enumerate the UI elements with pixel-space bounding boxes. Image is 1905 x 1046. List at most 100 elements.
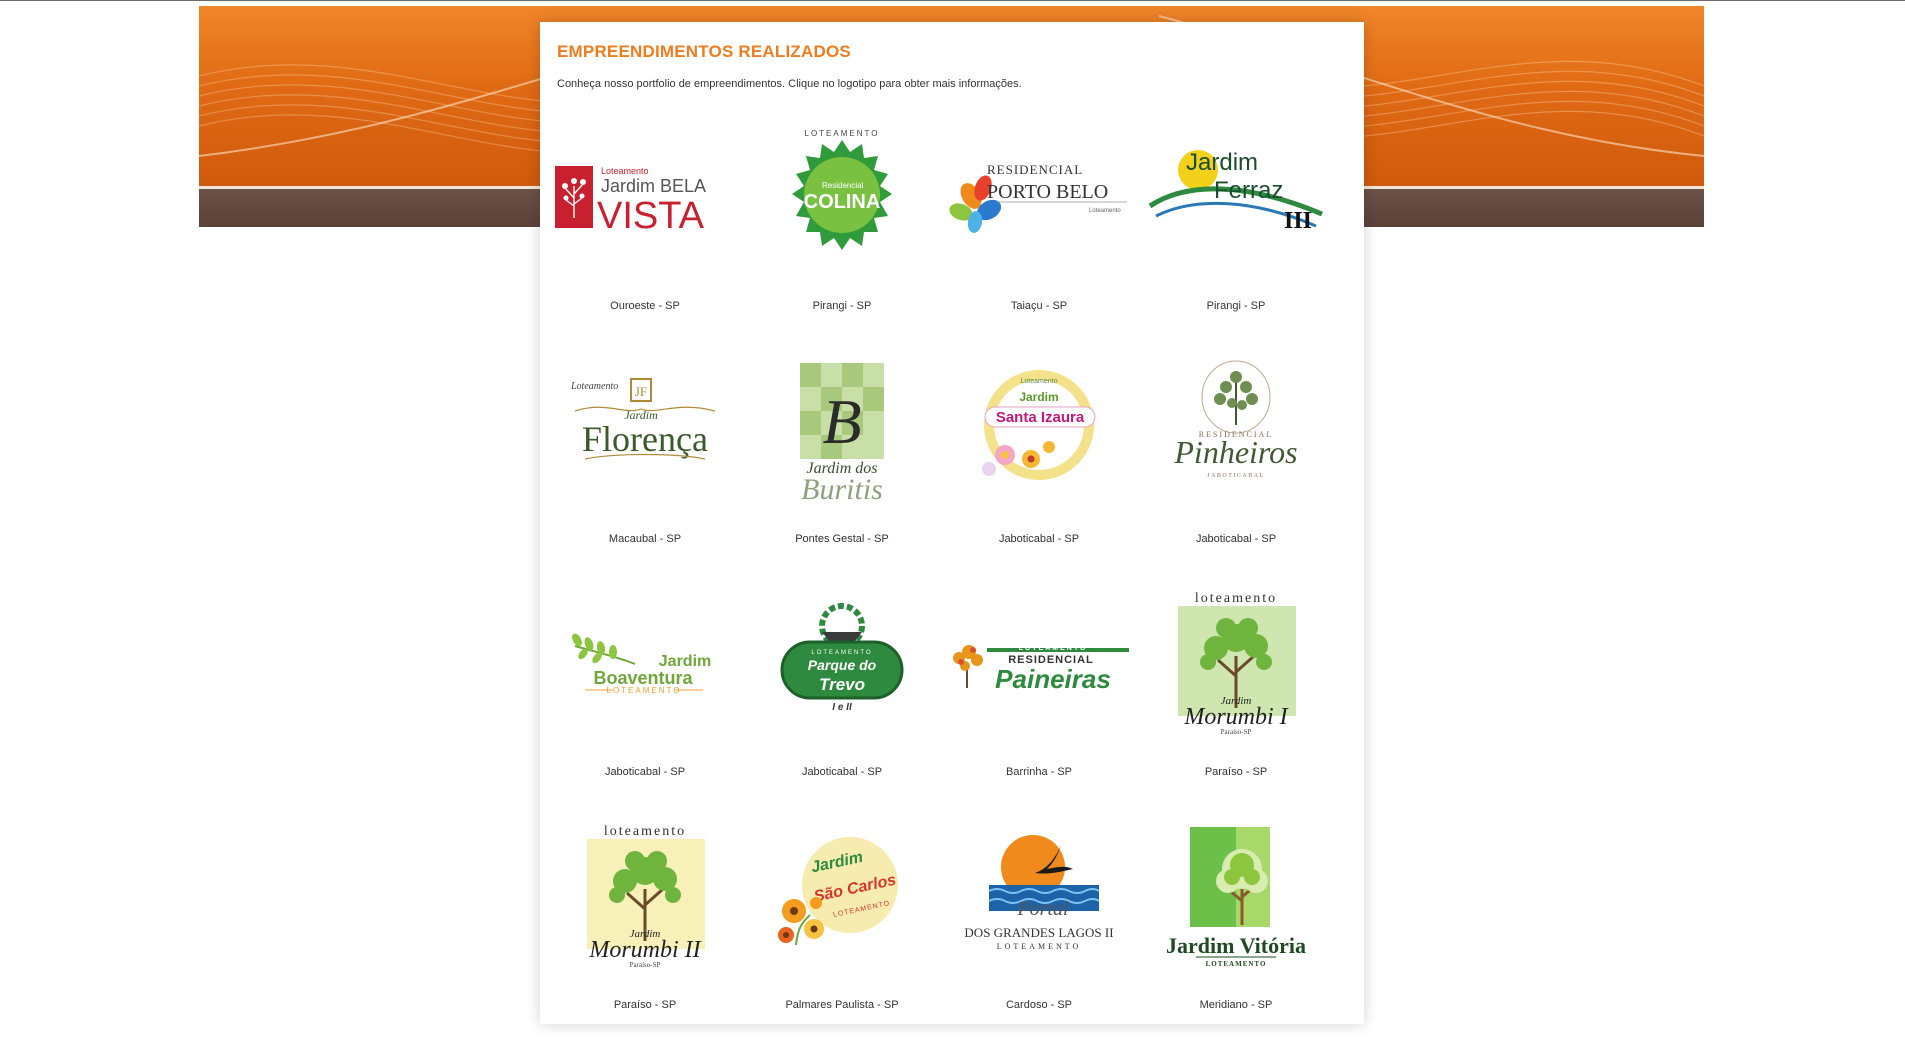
page-title: EMPREENDIMENTOS REALIZADOS [557, 42, 851, 61]
project-location: Pontes Gestal - SP [795, 533, 889, 545]
project-card-morumbi-i[interactable]: loteamento Jardim Morumbi I Paraíso-SP P… [1141, 580, 1331, 813]
project-card-paineiras[interactable]: LOTEAMENTO RESIDENCIAL Paineiras Barrinh… [944, 580, 1134, 813]
project-location: Taiaçu - SP [1010, 300, 1068, 312]
project-card-boaventura[interactable]: Jardim Boaventura LOTEAMENTO Jaboticabal… [550, 580, 740, 813]
svg-text:Paraíso-SP: Paraíso-SP [630, 961, 661, 969]
boaventura-logo-image: Jardim Boaventura LOTEAMENTO [572, 633, 711, 695]
ferraz-iii-logo-image: Jardim Ferraz III [1148, 149, 1323, 234]
svg-text:Jardim: Jardim [1186, 149, 1258, 176]
jardim-vitoria-logo-image: Jardim Vitória LOTEAMENTO [1166, 827, 1306, 968]
svg-text:Loteamento: Loteamento [570, 381, 618, 392]
logo-pinheiros[interactable]: RESIDENCIAL Pinheiros JABOTICABAL [1146, 359, 1326, 519]
svg-text:LOTEAMENTO: LOTEAMENTO [607, 686, 682, 695]
svg-text:B: B [822, 386, 861, 457]
project-location: Cardoso - SP [1005, 999, 1073, 1011]
project-card-bela-vista[interactable]: Loteamento Jardim BELA VISTA Ouroeste - … [550, 114, 740, 347]
svg-text:Jardim Vitória: Jardim Vitória [1166, 933, 1306, 958]
svg-text:RESIDENCIAL: RESIDENCIAL [987, 162, 1083, 177]
project-location: Jaboticabal - SP [998, 533, 1080, 545]
content-panel: EMPREENDIMENTOS REALIZADOS Conheça nosso… [540, 22, 1364, 1024]
project-card-pinheiros[interactable]: RESIDENCIAL Pinheiros JABOTICABAL Jaboti… [1141, 347, 1331, 580]
logo-buritis[interactable]: B Jardim dos Buritis [752, 359, 932, 519]
logo-parque-do-trevo[interactable]: LOTEAMENTO Parque do Trevo I e II [752, 592, 932, 752]
project-card-colina[interactable]: LOTEAMENTO Residencial COLINA Pirangi - … [747, 114, 937, 347]
svg-text:loteamento: loteamento [604, 825, 686, 839]
project-location: Pirangi - SP [812, 300, 872, 312]
project-card-jardim-vitoria[interactable]: Jardim Vitória LOTEAMENTO Meridiano - SP [1141, 813, 1331, 1046]
svg-text:Loteamento: Loteamento [601, 166, 649, 176]
project-card-morumbi-ii[interactable]: loteamento Jardim Morumbi II Paraíso-SP … [550, 813, 740, 1046]
project-card-santa-izaura[interactable]: Loteamento Jardim Santa Izaura Jaboticab… [944, 347, 1134, 580]
logo-colina[interactable]: LOTEAMENTO Residencial COLINA [752, 126, 932, 286]
svg-text:JABOTICABAL: JABOTICABAL [1207, 473, 1265, 479]
svg-text:LOTEAMENTO: LOTEAMENTO [811, 650, 872, 656]
logo-ferraz-iii[interactable]: Jardim Ferraz III [1146, 126, 1326, 286]
project-card-ferraz-iii[interactable]: Jardim Ferraz III Pirangi - SP [1141, 114, 1331, 347]
logo-portal-grandes-lagos[interactable]: Portal DOS GRANDES LAGOS II LOTEAMENTO [949, 825, 1129, 985]
svg-text:III: III [1284, 208, 1312, 234]
svg-text:Pinheiros: Pinheiros [1173, 434, 1297, 470]
svg-text:PORTO BELO: PORTO BELO [987, 181, 1108, 203]
logo-morumbi-ii[interactable]: loteamento Jardim Morumbi II Paraíso-SP [555, 825, 735, 985]
svg-text:Morumbi I: Morumbi I [1183, 704, 1288, 730]
svg-text:Paineiras: Paineiras [995, 664, 1111, 694]
santa-izaura-logo-image: Loteamento Jardim Santa Izaura [982, 370, 1096, 480]
logo-santa-izaura[interactable]: Loteamento Jardim Santa Izaura [949, 359, 1129, 519]
logo-jardim-vitoria[interactable]: Jardim Vitória LOTEAMENTO [1146, 825, 1326, 985]
colina-logo-image: LOTEAMENTO Residencial COLINA [792, 129, 892, 250]
project-card-florenca[interactable]: Loteamento JF Jardim Florença Macaubal -… [550, 347, 740, 580]
project-location: Ouroeste - SP [610, 300, 680, 312]
project-location: Pirangi - SP [1206, 300, 1266, 312]
svg-text:LOTEAMENTO: LOTEAMENTO [1019, 645, 1088, 652]
svg-text:loteamento: loteamento [1195, 592, 1277, 606]
svg-text:Buritis: Buritis [801, 473, 883, 506]
sao-carlos-logo-image: Jardim São Carlos LOTEAMENTO [778, 837, 898, 946]
porto-belo-logo-image: RESIDENCIAL PORTO BELO Loteamento [949, 162, 1127, 233]
parque-do-trevo-logo-image: LOTEAMENTO Parque do Trevo I e II [780, 603, 904, 713]
project-location: Meridiano - SP [1199, 999, 1273, 1011]
project-location: Barrinha - SP [1005, 766, 1073, 778]
svg-text:LOTEAMENTO: LOTEAMENTO [805, 129, 880, 138]
top-border [0, 0, 1905, 1]
svg-text:DOS GRANDES LAGOS II: DOS GRANDES LAGOS II [964, 925, 1113, 940]
project-card-buritis[interactable]: B Jardim dos Buritis Pontes Gestal - SP [747, 347, 937, 580]
project-location: Palmares Paulista - SP [785, 999, 899, 1011]
svg-text:VISTA: VISTA [597, 195, 705, 237]
svg-text:Ferraz: Ferraz [1214, 177, 1283, 204]
logo-paineiras[interactable]: LOTEAMENTO RESIDENCIAL Paineiras [949, 592, 1129, 752]
portal-grandes-lagos-logo-image: Portal DOS GRANDES LAGOS II LOTEAMENTO [964, 835, 1114, 951]
svg-text:Portal: Portal [1016, 898, 1069, 920]
logo-sao-carlos[interactable]: Jardim São Carlos LOTEAMENTO [752, 825, 932, 985]
project-location: Jaboticabal - SP [1195, 533, 1277, 545]
projects-grid: Loteamento Jardim BELA VISTA Ouroeste - … [550, 114, 1350, 1014]
project-card-porto-belo[interactable]: RESIDENCIAL PORTO BELO Loteamento Taiaçu… [944, 114, 1134, 347]
intro-text: Conheça nosso portfolio de empreendiment… [557, 78, 1022, 90]
svg-text:Loteamento: Loteamento [1089, 208, 1121, 214]
project-location: Macaubal - SP [608, 533, 682, 545]
pinheiros-logo-image: RESIDENCIAL Pinheiros JABOTICABAL [1173, 360, 1298, 479]
bela-vista-logo-image: Loteamento Jardim BELA VISTA [555, 166, 706, 237]
svg-text:Parque do: Parque do [808, 657, 877, 673]
logo-boaventura[interactable]: Jardim Boaventura LOTEAMENTO [555, 592, 735, 752]
svg-text:LOTEAMENTO: LOTEAMENTO [1206, 960, 1267, 968]
project-card-parque-do-trevo[interactable]: LOTEAMENTO Parque do Trevo I e II Jaboti… [747, 580, 937, 813]
logo-porto-belo[interactable]: RESIDENCIAL PORTO BELO Loteamento [949, 126, 1129, 286]
svg-text:Paraíso-SP: Paraíso-SP [1221, 728, 1252, 736]
buritis-logo-image: B Jardim dos Buritis [800, 363, 884, 506]
svg-text:Residencial: Residencial [822, 181, 864, 190]
logo-florenca[interactable]: Loteamento JF Jardim Florença [555, 359, 735, 519]
morumbi-i-logo-image: loteamento Jardim Morumbi I Paraíso-SP [1178, 592, 1296, 736]
project-card-portal-grandes-lagos[interactable]: Portal DOS GRANDES LAGOS II LOTEAMENTO C… [944, 813, 1134, 1046]
project-card-sao-carlos[interactable]: Jardim São Carlos LOTEAMENTO Palmares Pa… [747, 813, 937, 1046]
florenca-logo-image: Loteamento JF Jardim Florença [570, 378, 716, 460]
svg-text:JF: JF [635, 384, 647, 399]
paineiras-logo-image: LOTEAMENTO RESIDENCIAL Paineiras [953, 645, 1129, 694]
svg-text:Loteamento: Loteamento [1021, 378, 1058, 385]
logo-morumbi-i[interactable]: loteamento Jardim Morumbi I Paraíso-SP [1146, 592, 1326, 752]
svg-text:I e II: I e II [832, 702, 852, 713]
svg-text:Boaventura: Boaventura [593, 668, 693, 688]
project-location: Jaboticabal - SP [604, 766, 686, 778]
svg-text:Santa Izaura: Santa Izaura [996, 409, 1085, 426]
morumbi-ii-logo-image: loteamento Jardim Morumbi II Paraíso-SP [587, 825, 705, 969]
logo-bela-vista[interactable]: Loteamento Jardim BELA VISTA [555, 126, 735, 286]
